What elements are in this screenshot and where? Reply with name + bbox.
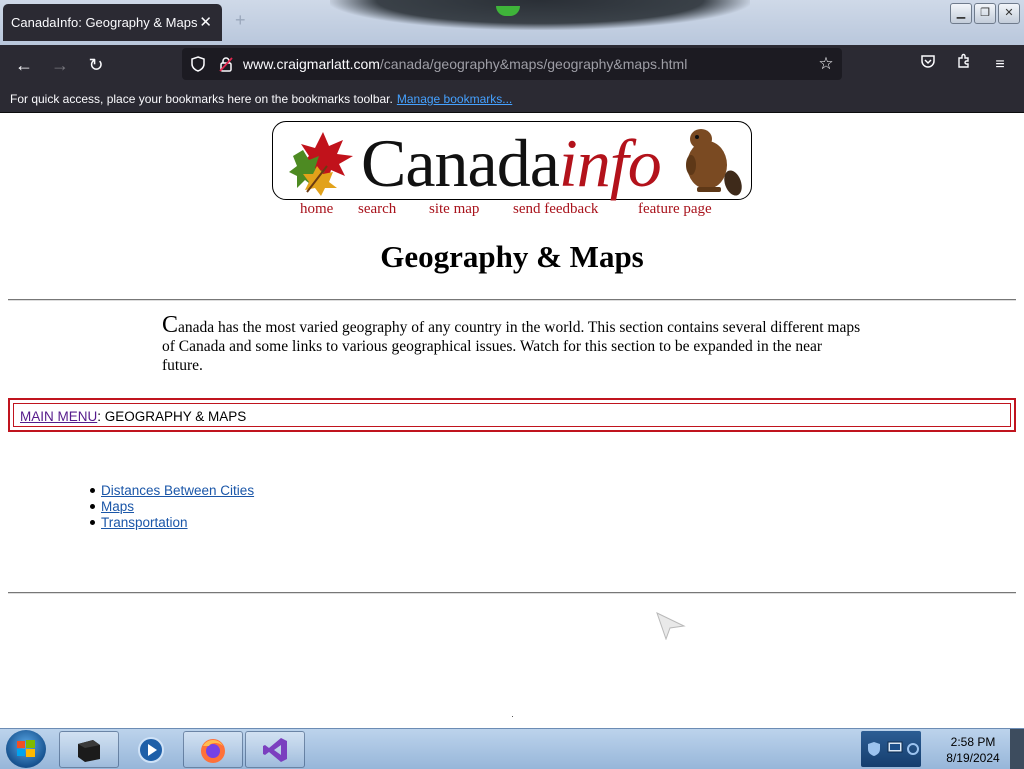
minimize-icon[interactable]: ▁ (950, 3, 972, 24)
visual-studio-icon (263, 738, 287, 762)
system-clock[interactable]: 2:58 PM 8/19/2024 (930, 734, 1016, 766)
web-page: Canadainfo home search site map send fee… (0, 113, 1024, 728)
maps-link[interactable]: Maps (101, 499, 134, 514)
forward-arrow-icon[interactable]: → (48, 53, 72, 77)
navigation-toolbar: ← → ↻ www.craigmarlatt.com/canada/geogra… (0, 45, 1024, 85)
taskbar-app-visual-studio[interactable] (245, 731, 305, 768)
nav-send-feedback-link[interactable]: send feedback (513, 201, 598, 218)
logo-wordmark: Canadainfo (361, 125, 662, 201)
tab-canadainfo[interactable]: CanadaInfo: Geography & Maps ✕ (3, 4, 222, 41)
restore-icon[interactable]: ❐ (974, 3, 996, 24)
browser-tab-strip: CanadaInfo: Geography & Maps ✕ + ▁ ❐ ✕ (0, 0, 1024, 45)
nav-search-link[interactable]: search (358, 201, 396, 218)
manage-bookmarks-link[interactable]: Manage bookmarks... (397, 92, 512, 106)
close-window-icon[interactable]: ✕ (998, 3, 1020, 24)
security-shield-icon[interactable] (867, 741, 881, 757)
close-tab-icon[interactable]: ✕ (199, 13, 212, 31)
menu-hamburger-icon[interactable]: ≡ (988, 53, 1012, 77)
taskbar-app-terminal[interactable] (59, 731, 119, 768)
list-item: Maps (90, 499, 254, 515)
breadcrumb: MAIN MENU: GEOGRAPHY & MAPS (8, 398, 1016, 432)
reload-icon[interactable]: ↻ (84, 53, 108, 77)
nav-feature-page-link[interactable]: feature page (638, 201, 712, 218)
url-host: www.craigmarlatt.com (243, 56, 380, 72)
distances-link[interactable]: Distances Between Cities (101, 483, 254, 498)
url-path: /canada/geography&maps/geography&maps.ht… (379, 56, 688, 72)
start-button[interactable] (6, 730, 46, 768)
back-arrow-icon[interactable]: ← (12, 53, 36, 77)
canadainfo-logo[interactable]: Canadainfo (272, 121, 752, 201)
pocket-icon[interactable] (916, 53, 940, 77)
tab-title: CanadaInfo: Geography & Maps (11, 15, 198, 30)
transportation-link[interactable]: Transportation (101, 515, 188, 530)
show-desktop-button[interactable] (1010, 729, 1024, 769)
shield-icon[interactable] (190, 56, 206, 72)
beaver-icon (686, 129, 742, 196)
clock-time: 2:58 PM (950, 735, 996, 749)
sync-icon[interactable] (907, 741, 919, 757)
bookmarks-toolbar: For quick access, place your bookmarks h… (0, 85, 1024, 113)
breadcrumb-current: : GEOGRAPHY & MAPS (97, 409, 247, 424)
system-tray (861, 731, 921, 767)
nav-home-link[interactable]: home (300, 201, 333, 218)
list-item: Transportation (90, 515, 254, 531)
bookmark-star-icon[interactable]: ☆ (818, 55, 834, 72)
address-bar[interactable]: www.craigmarlatt.com/canada/geography&ma… (182, 48, 842, 80)
list-item: Distances Between Cities (90, 483, 254, 499)
mouse-pointer-icon (656, 612, 686, 640)
bullet-icon (90, 487, 95, 493)
taskbar-app-media-player[interactable] (121, 731, 181, 768)
new-tab-button[interactable]: + (235, 10, 246, 31)
topic-links-list: Distances Between Cities Maps Transporta… (90, 483, 254, 531)
insecure-lock-icon[interactable] (218, 56, 234, 72)
page-title: Geography & Maps (380, 239, 644, 274)
main-menu-link[interactable]: MAIN MENU (20, 409, 97, 424)
bullet-icon (90, 519, 95, 525)
clock-date: 8/19/2024 (946, 751, 1000, 765)
windows-logo-icon (17, 740, 35, 757)
intro-paragraph: Canada has the most varied geography of … (162, 312, 861, 374)
nav-site-map-link[interactable]: site map (429, 201, 479, 218)
terminal-window-icon (78, 740, 100, 762)
taskbar: 2:58 PM 8/19/2024 (0, 728, 1024, 769)
media-player-icon (138, 737, 164, 763)
breadcrumb-text: MAIN MENU: GEOGRAPHY & MAPS (20, 409, 246, 424)
window-frame-ornament (330, 0, 750, 30)
firefox-icon (201, 739, 225, 763)
extensions-icon[interactable] (952, 53, 976, 77)
bookmarks-message: For quick access, place your bookmarks h… (10, 92, 513, 106)
network-monitor-icon[interactable] (887, 741, 903, 755)
bottom-divider (8, 592, 1016, 594)
window-controls: ▁ ❐ ✕ (950, 3, 1020, 24)
maple-leaves-icon (289, 132, 353, 196)
taskbar-app-firefox[interactable] (183, 731, 243, 768)
intro-dropcap: C (162, 312, 179, 338)
top-divider (8, 299, 1016, 301)
bullet-icon (90, 503, 95, 509)
url-text[interactable]: www.craigmarlatt.com/canada/geography&ma… (243, 56, 687, 72)
